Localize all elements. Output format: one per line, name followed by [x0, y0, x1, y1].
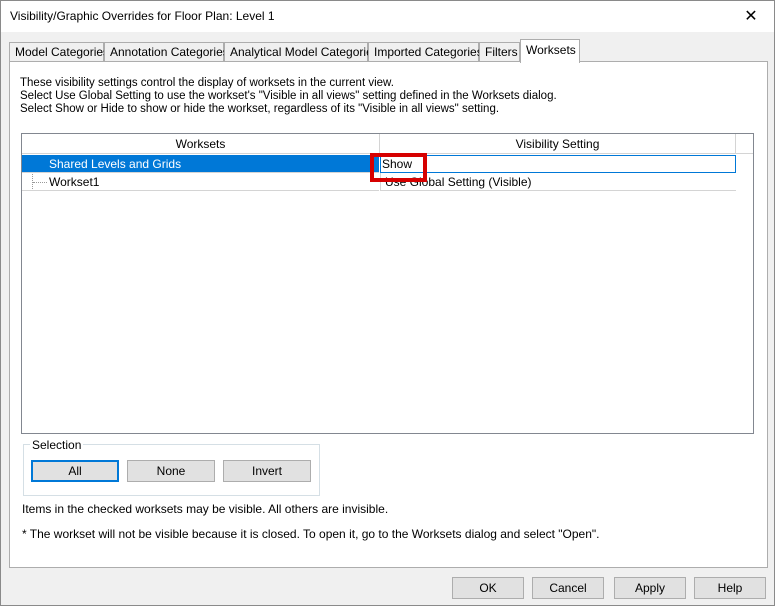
select-all-button[interactable]: All: [31, 460, 119, 482]
select-none-button[interactable]: None: [127, 460, 215, 482]
workset-name-cell[interactable]: Workset1: [22, 173, 379, 191]
visibility-setting-cell[interactable]: Use Global Setting (Visible): [380, 173, 736, 191]
tab-filters[interactable]: Filters: [479, 42, 520, 62]
tab-annotation-categories[interactable]: Annotation Categories: [104, 42, 229, 62]
column-header-visibility-setting[interactable]: Visibility Setting: [380, 134, 736, 154]
visibility-note: Items in the checked worksets may be vis…: [22, 502, 389, 516]
table-row[interactable]: Shared Levels and Grids: [22, 155, 736, 173]
cancel-button[interactable]: Cancel: [532, 577, 604, 599]
tab-analytical-model-categories[interactable]: Analytical Model Categories: [224, 42, 379, 62]
button-label: Help: [717, 581, 743, 595]
column-header-worksets[interactable]: Worksets: [22, 134, 380, 154]
help-button[interactable]: Help: [694, 577, 766, 599]
description-line-2: Select Use Global Setting to use the wor…: [20, 90, 557, 102]
button-label: Invert: [251, 464, 282, 478]
apply-button[interactable]: Apply: [614, 577, 686, 599]
tab-label: Filters: [485, 45, 518, 59]
button-label: Cancel: [549, 581, 587, 595]
tab-label: Analytical Model Categories: [230, 45, 379, 59]
tab-label: Model Categories: [15, 45, 110, 59]
button-label: None: [156, 464, 186, 478]
tab-label: Imported Categories: [374, 45, 483, 59]
button-label: All: [68, 464, 82, 478]
title-bar: Visibility/Graphic Overrides for Floor P…: [1, 1, 774, 32]
closed-workset-note: * The workset will not be visible becaus…: [22, 527, 600, 541]
visibility-setting-dropdown[interactable]: [380, 155, 736, 173]
button-label: OK: [479, 581, 497, 595]
tab-imported-categories[interactable]: Imported Categories: [368, 42, 483, 62]
window-title: Visibility/Graphic Overrides for Floor P…: [10, 9, 275, 23]
grid-header: Worksets Visibility Setting: [22, 134, 753, 154]
workset-name-cell[interactable]: Shared Levels and Grids: [22, 155, 379, 173]
close-icon[interactable]: ✕: [734, 1, 768, 31]
worksets-grid: Worksets Visibility Setting Shared Level…: [21, 133, 754, 434]
tab-model-categories[interactable]: Model Categories: [9, 42, 109, 62]
description-line-1: These visibility settings control the di…: [20, 77, 394, 89]
tab-worksets[interactable]: Worksets: [520, 39, 580, 63]
tab-label: Annotation Categories: [110, 45, 229, 59]
visibility-setting-value: Show: [382, 157, 413, 171]
invert-selection-button[interactable]: Invert: [223, 460, 311, 482]
table-row[interactable]: Workset1 Use Global Setting (Visible): [22, 173, 736, 191]
description-line-3: Select Show or Hide to show or hide the …: [20, 103, 500, 115]
dialog-window: Visibility/Graphic Overrides for Floor P…: [0, 0, 775, 606]
tab-label: Worksets: [526, 43, 576, 57]
button-label: Apply: [634, 581, 666, 595]
selection-group-label: Selection: [30, 438, 84, 452]
ok-button[interactable]: OK: [452, 577, 524, 599]
